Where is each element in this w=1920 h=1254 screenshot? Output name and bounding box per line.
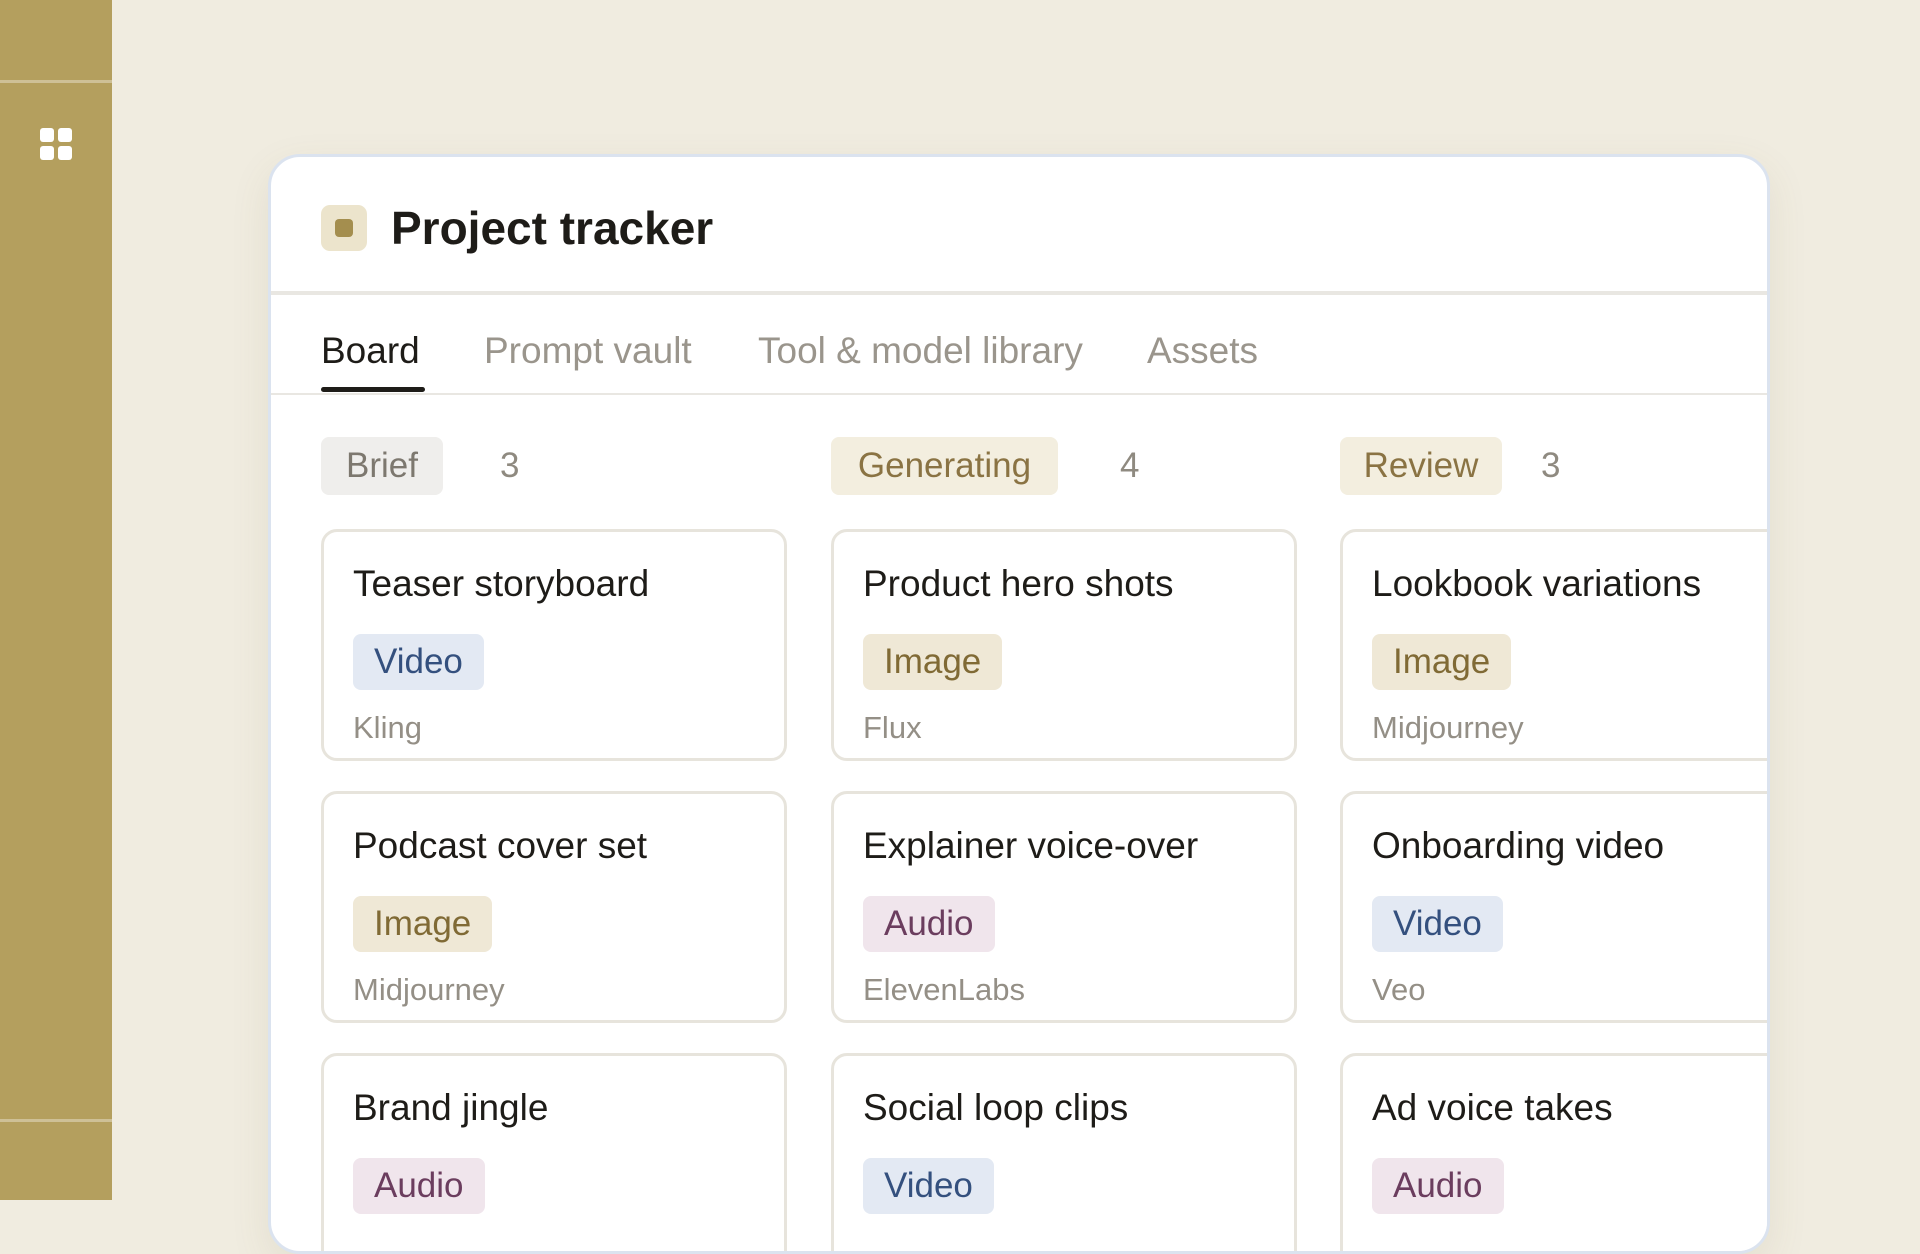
page-title: Project tracker [391, 202, 714, 254]
status-pill: Brief [321, 437, 443, 495]
panel-header: Project tracker [271, 157, 1767, 295]
card-tool: Flux [863, 710, 922, 745]
project-panel: Project tracker Board Prompt vault Tool … [268, 154, 1770, 1254]
media-type-tag: Image [863, 634, 1003, 690]
media-type-tag: Video [353, 634, 484, 690]
active-tab-indicator [321, 387, 425, 392]
card-title: Podcast cover set [353, 825, 648, 866]
sidebar [0, 0, 112, 1200]
media-type-tag: Image [353, 896, 493, 952]
card-tool: Midjourney [1372, 710, 1524, 745]
sidebar-divider [0, 80, 112, 83]
media-type-tag: Audio [863, 896, 995, 952]
status-pill: Generating [831, 437, 1058, 495]
tab-prompt-vault[interactable]: Prompt vault [484, 329, 692, 373]
tab-tool-model-library[interactable]: Tool & model library [758, 329, 1083, 373]
apps-grid-button[interactable] [36, 124, 76, 164]
task-card[interactable]: Product hero shots Image Flux [831, 529, 1297, 761]
sidebar-divider [0, 1119, 112, 1122]
status-pill: Review [1340, 437, 1502, 495]
card-title: Product hero shots [863, 563, 1174, 604]
task-card[interactable]: Teaser storyboard Video Kling [321, 529, 787, 761]
task-card[interactable]: Ad voice takes Audio [1340, 1053, 1767, 1251]
grid-icon [40, 128, 72, 160]
task-card[interactable]: Social loop clips Video [831, 1053, 1297, 1251]
project-square-icon [321, 205, 367, 251]
status-count: 3 [500, 446, 520, 485]
tab-assets[interactable]: Assets [1147, 329, 1258, 373]
card-title: Onboarding video [1372, 825, 1665, 866]
task-card[interactable]: Podcast cover set Image Midjourney [321, 791, 787, 1023]
card-title: Brand jingle [353, 1087, 549, 1128]
task-card[interactable]: Onboarding video Video Veo [1340, 791, 1767, 1023]
card-title: Teaser storyboard [353, 563, 650, 604]
media-type-tag: Video [1372, 896, 1503, 952]
status-count: 4 [1120, 446, 1140, 485]
tab-board[interactable]: Board [321, 329, 420, 373]
media-type-tag: Video [863, 1158, 994, 1214]
media-type-tag: Audio [353, 1158, 485, 1214]
tab-bar: Board Prompt vault Tool & model library … [271, 295, 1767, 395]
card-tool: Veo [1372, 972, 1426, 1007]
media-type-tag: Audio [1372, 1158, 1504, 1214]
card-tool: Kling [353, 710, 422, 745]
card-tool: Midjourney [353, 972, 505, 1007]
media-type-tag: Image [1372, 634, 1512, 690]
status-count: 3 [1541, 446, 1561, 485]
card-title: Explainer voice-over [863, 825, 1199, 866]
task-card[interactable]: Explainer voice-over Audio ElevenLabs [831, 791, 1297, 1023]
card-title: Social loop clips [863, 1087, 1129, 1128]
task-card[interactable]: Brand jingle Audio [321, 1053, 787, 1251]
card-tool: ElevenLabs [863, 972, 1026, 1007]
card-title: Ad voice takes [1372, 1087, 1613, 1128]
card-title: Lookbook variations [1372, 563, 1702, 604]
task-card[interactable]: Lookbook variations Image Midjourney [1340, 529, 1767, 761]
